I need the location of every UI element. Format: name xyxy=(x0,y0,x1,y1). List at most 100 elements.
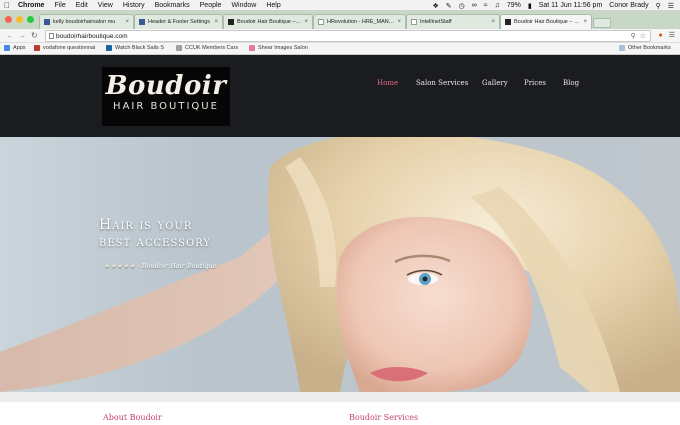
back-arrow-icon[interactable]: ← xyxy=(6,31,14,40)
boudoir-favicon-icon xyxy=(228,19,234,25)
nav-prices[interactable]: Prices xyxy=(524,79,546,89)
bookmark-label: Watch Black Sails S xyxy=(115,45,165,51)
bookmark-shear-images[interactable]: Shear Images Salon xyxy=(249,45,308,51)
battery-icon[interactable]: ▮ xyxy=(528,2,532,10)
browser-toolbar: ← → ↻ boudoirhairboutique.com ⚲ ☆ ● ☰ xyxy=(0,29,680,43)
tab-boudoir-1[interactable]: Boudoir Hair Boutique – Bo × xyxy=(223,14,313,29)
search-icon[interactable]: ⚲ xyxy=(631,32,636,40)
facebook-icon xyxy=(139,19,145,25)
close-tab-icon[interactable]: × xyxy=(125,19,129,25)
window-controls xyxy=(5,16,34,23)
tab-facebook-1[interactable]: kelly boudoirhairsalon mu × xyxy=(39,14,134,29)
bookmark-star-icon[interactable]: ☆ xyxy=(640,32,646,40)
page-info-icon[interactable] xyxy=(49,33,54,39)
new-tab-button[interactable] xyxy=(593,18,611,28)
nav-blog[interactable]: Blog xyxy=(563,79,579,89)
bookmark-apps[interactable]: Apps xyxy=(4,45,26,51)
extension-icon[interactable]: ● xyxy=(658,32,662,39)
page-icon xyxy=(318,19,324,25)
tab-strip: kelly boudoirhairsalon mu × Header & Foo… xyxy=(0,11,680,29)
tab-title: IntellinetStaff xyxy=(420,19,452,25)
menu-app-chrome[interactable]: Chrome xyxy=(18,2,44,9)
notification-center-icon[interactable]: ☰ xyxy=(668,2,674,10)
forward-arrow-icon[interactable]: → xyxy=(18,31,26,40)
menu-view[interactable]: View xyxy=(98,2,113,9)
nav-home[interactable]: Home xyxy=(377,79,398,89)
battery-percent[interactable]: 79% xyxy=(507,2,521,9)
rating-stars-icon: ★★★★★ xyxy=(104,262,136,270)
apple-menu-icon[interactable]:  xyxy=(0,1,14,10)
tab-title: kelly boudoirhairsalon mu xyxy=(53,19,116,25)
bookmark-label: vodafone questionnai xyxy=(43,45,96,51)
address-bar[interactable]: boudoirhairboutique.com ⚲ ☆ xyxy=(45,30,651,42)
menu-file[interactable]: File xyxy=(54,2,65,9)
tab-boudoir-active[interactable]: Boudoir Hair Boutique – Bo × xyxy=(500,14,592,29)
section-divider xyxy=(0,392,680,402)
close-tab-icon[interactable]: × xyxy=(583,19,587,25)
boudoir-favicon-icon xyxy=(505,19,511,25)
close-tab-icon[interactable]: × xyxy=(304,19,308,25)
close-tab-icon[interactable]: × xyxy=(491,19,495,25)
wifi-icon[interactable]: ≈ xyxy=(484,2,488,9)
bookmarks-bar: Apps vodafone questionnai Watch Black Sa… xyxy=(0,43,680,55)
dropbox-icon[interactable]: ❖ xyxy=(432,2,438,10)
page-icon xyxy=(411,19,417,25)
user-name[interactable]: Conor Brady xyxy=(609,2,648,9)
hero-caption: ★★★★★ - Boudoir Hair Boutique xyxy=(104,262,217,270)
tab-intellinet[interactable]: IntellinetStaff × xyxy=(406,14,500,29)
video-icon xyxy=(106,45,112,51)
vodafone-icon xyxy=(34,45,40,51)
bookmark-vodafone[interactable]: vodafone questionnai xyxy=(34,45,95,51)
volume-icon[interactable]: ♫ xyxy=(495,2,500,9)
bookmark-other[interactable]: Other Bookmarks xyxy=(619,45,671,51)
menu-bookmarks[interactable]: Bookmarks xyxy=(155,2,190,9)
bookmark-black-sails[interactable]: Watch Black Sails S xyxy=(106,45,164,51)
ccuk-icon xyxy=(176,45,182,51)
chrome-menu-icon[interactable]: ☰ xyxy=(669,31,675,39)
menu-people[interactable]: People xyxy=(200,2,222,9)
hero-heading: Hair is your best accessory xyxy=(99,217,211,251)
tab-title: Header & Footer Settings xyxy=(148,19,211,25)
menu-history[interactable]: History xyxy=(123,2,145,9)
url-text[interactable]: boudoirhairboutique.com xyxy=(56,33,128,40)
apps-grid-icon xyxy=(4,45,10,51)
reload-icon[interactable]: ↻ xyxy=(31,31,38,40)
facebook-icon xyxy=(44,19,50,25)
minimize-window-button[interactable] xyxy=(16,16,23,23)
menu-window[interactable]: Window xyxy=(231,2,256,9)
close-tab-icon[interactable]: × xyxy=(397,19,401,25)
macos-menu-bar:  Chrome File Edit View History Bookmark… xyxy=(0,0,680,11)
bookmark-label: Other Bookmarks xyxy=(628,45,671,51)
bookmark-ccuk[interactable]: CCUK Members Cars xyxy=(176,45,238,51)
clock[interactable]: Sat 11 Jun 11:56 pm xyxy=(539,2,603,9)
logo-subtitle: HAIR BOUTIQUE xyxy=(113,101,219,112)
spotlight-icon[interactable]: ⚲ xyxy=(656,2,661,10)
time-machine-icon[interactable]: ◷ xyxy=(459,2,465,10)
script-icon[interactable]: ✎ xyxy=(446,2,452,10)
tab-facebook-2[interactable]: Header & Footer Settings × xyxy=(134,14,223,29)
bookmark-label: Apps xyxy=(13,45,26,51)
bookmark-label: Shear Images Salon xyxy=(258,45,308,51)
salon-icon xyxy=(249,45,255,51)
nav-salon-services[interactable]: Salon Services xyxy=(416,79,468,89)
tab-title: Boudoir Hair Boutique – Bo xyxy=(514,19,581,25)
site-logo[interactable]: Boudoir HAIR BOUTIQUE xyxy=(102,67,230,126)
menu-edit[interactable]: Edit xyxy=(76,2,88,9)
folder-icon xyxy=(619,45,625,51)
close-tab-icon[interactable]: × xyxy=(214,19,218,25)
services-section-title: Boudoir Services xyxy=(349,413,419,422)
site-header: Boudoir HAIR BOUTIQUE Home Salon Service… xyxy=(0,55,680,137)
zoom-window-button[interactable] xyxy=(27,16,34,23)
hero-heading-line-1: Hair is your xyxy=(99,217,193,233)
menu-help[interactable]: Help xyxy=(266,2,280,9)
close-window-button[interactable] xyxy=(5,16,12,23)
bluetooth-icon[interactable]: ∞ xyxy=(472,2,477,9)
bookmark-label: CCUK Members Cars xyxy=(185,45,239,51)
hero-photo xyxy=(0,137,680,392)
hero-banner: Hair is your best accessory ★★★★★ - Boudo… xyxy=(0,137,680,392)
tab-hrevolution[interactable]: HRevolution - HRE_MANCH × xyxy=(313,14,406,29)
hero-caption-text: - Boudoir Hair Boutique xyxy=(137,262,217,270)
tab-title: HRevolution - HRE_MANCH xyxy=(327,19,395,25)
hero-heading-line-2: best accessory xyxy=(99,234,211,250)
nav-gallery[interactable]: Gallery xyxy=(482,79,508,89)
